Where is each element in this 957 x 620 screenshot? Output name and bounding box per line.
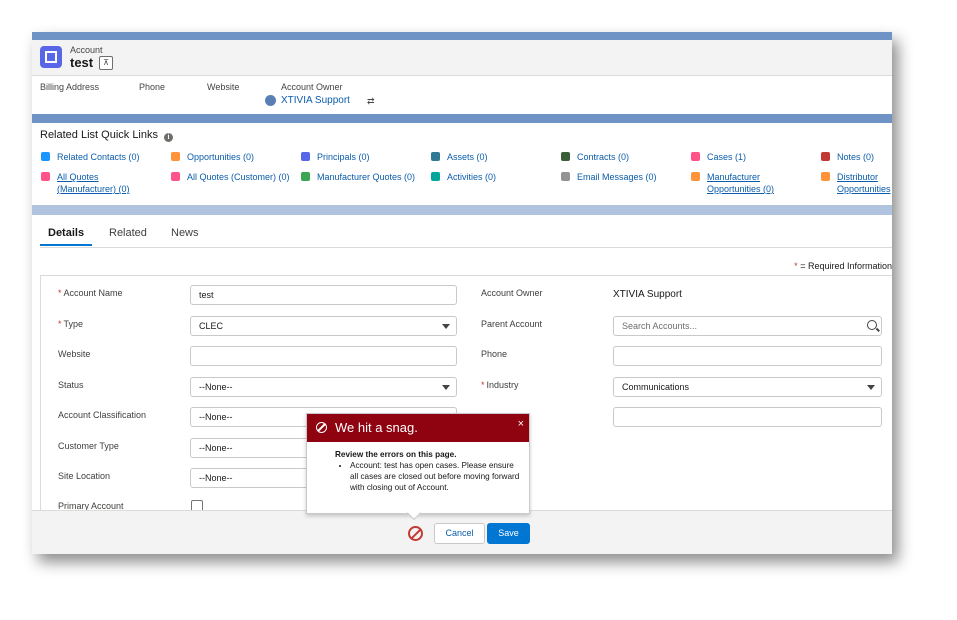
- quick-link-activities[interactable]: Activities (0): [431, 171, 496, 183]
- quick-link-assets[interactable]: Assets (0): [431, 151, 488, 163]
- tab-bar: Details Related News: [40, 225, 892, 248]
- banner-divider: [32, 114, 892, 123]
- billing-address-label: Billing Address: [40, 82, 100, 92]
- contract-icon: [561, 152, 570, 161]
- section-divider: [32, 205, 892, 215]
- error-icon[interactable]: [408, 526, 423, 541]
- account-owner-value: XTIVIA Support: [613, 289, 682, 300]
- quote-icon: [301, 172, 310, 181]
- website-label: Website: [207, 82, 240, 92]
- tab-news[interactable]: News: [171, 227, 199, 239]
- account-owner-name[interactable]: XTIVIA Support: [281, 95, 350, 106]
- search-icon[interactable]: [867, 320, 877, 330]
- chevron-down-icon: [867, 385, 875, 390]
- account-classification-label: Account Classification: [58, 410, 147, 420]
- quick-link-contracts[interactable]: Contracts (0): [561, 151, 629, 163]
- chevron-down-icon: [442, 385, 450, 390]
- asset-icon: [431, 152, 440, 161]
- quick-link-principals[interactable]: Principals (0): [301, 151, 370, 163]
- related-list-title: Related List Quick Links: [40, 129, 158, 141]
- quick-link-opportunities[interactable]: Opportunities (0): [171, 151, 254, 163]
- email-icon: [561, 172, 570, 181]
- parent-account-label: Parent Account: [481, 319, 543, 329]
- account-owner-label: Account Owner: [281, 82, 343, 92]
- error-popover-title: We hit a snag.: [335, 420, 418, 435]
- quick-link-email-messages[interactable]: Email Messages (0): [561, 171, 657, 183]
- owner-avatar: [265, 95, 276, 106]
- account-name-input[interactable]: test: [190, 285, 457, 305]
- tab-details[interactable]: Details: [48, 227, 84, 239]
- hierarchy-icon[interactable]: ⊼: [99, 56, 113, 70]
- principal-icon: [301, 152, 310, 161]
- type-select[interactable]: CLEC: [190, 316, 457, 336]
- website-input[interactable]: [190, 346, 457, 366]
- account-owner-form-label: Account Owner: [481, 288, 543, 298]
- opportunity-icon: [821, 172, 830, 181]
- phone-input[interactable]: [613, 346, 882, 366]
- site-location-label: Site Location: [58, 471, 111, 481]
- record-header: Account test ⊼: [32, 40, 892, 76]
- customer-type-label: Customer Type: [58, 441, 119, 451]
- object-label: Account: [70, 45, 103, 55]
- phone-form-label: Phone: [481, 349, 508, 359]
- opportunity-icon: [171, 152, 180, 161]
- cancel-button[interactable]: Cancel: [434, 523, 485, 544]
- unlabeled-field-input[interactable]: [613, 407, 882, 427]
- form-footer: Cancel Save: [32, 510, 892, 554]
- close-icon[interactable]: ×: [518, 418, 524, 430]
- change-owner-icon[interactable]: ⇄: [367, 96, 375, 107]
- activity-icon: [431, 172, 440, 181]
- save-button[interactable]: Save: [487, 523, 530, 544]
- error-icon: [316, 422, 327, 433]
- tab-related[interactable]: Related: [109, 227, 147, 239]
- quote-icon: [41, 172, 50, 181]
- error-popover-header: We hit a snag. ×: [307, 414, 529, 442]
- quick-link-all-quotes-customer[interactable]: All Quotes (Customer) (0): [171, 171, 290, 183]
- phone-label: Phone: [139, 82, 166, 92]
- error-popover: We hit a snag. × Review the errors on th…: [306, 413, 530, 521]
- industry-label: * Industry: [481, 380, 519, 390]
- record-title: test: [70, 55, 94, 70]
- chevron-down-icon: [442, 324, 450, 329]
- required-information-note: * = Required Information: [794, 261, 892, 271]
- related-list-quick-links: Related List Quick Links i Related Conta…: [32, 123, 892, 205]
- quick-link-notes[interactable]: Notes (0): [821, 151, 874, 163]
- quick-link-manufacturer-quotes[interactable]: Manufacturer Quotes (0): [301, 171, 415, 183]
- parent-account-search[interactable]: Search Accounts...: [613, 316, 882, 336]
- status-select[interactable]: --None--: [190, 377, 457, 397]
- active-tab-indicator: [40, 244, 92, 246]
- quote-icon: [171, 172, 180, 181]
- error-popover-body: Review the errors on this page. Account:…: [335, 449, 520, 493]
- contacts-icon: [41, 152, 50, 161]
- error-list: Account: test has open cases. Please ens…: [335, 460, 520, 493]
- industry-select[interactable]: Communications: [613, 377, 882, 397]
- account-icon: [40, 46, 62, 68]
- case-icon: [691, 152, 700, 161]
- quick-link-cases[interactable]: Cases (1): [691, 151, 746, 163]
- quick-link-manufacturer-opportunities[interactable]: Manufacturer Opportunities (0): [691, 171, 787, 195]
- account-owner-link[interactable]: XTIVIA Support ⇄: [265, 95, 375, 106]
- status-label: Status: [58, 380, 84, 390]
- error-heading: Review the errors on this page.: [335, 450, 457, 459]
- website-label: Website: [58, 349, 91, 359]
- top-banner: [32, 32, 892, 40]
- quick-link-distributor-opportunities[interactable]: Distributor Opportunities: [821, 171, 892, 195]
- highlights-panel: Billing Address Phone Website Account Ow…: [32, 76, 892, 114]
- info-icon[interactable]: i: [164, 133, 173, 142]
- quick-link-all-quotes-manufacturer[interactable]: All Quotes (Manufacturer) (0): [41, 171, 137, 195]
- opportunity-icon: [691, 172, 700, 181]
- note-icon: [821, 152, 830, 161]
- type-label: * Type: [58, 319, 84, 329]
- quick-link-related-contacts[interactable]: Related Contacts (0): [41, 151, 140, 163]
- account-name-label: * Account Name: [58, 288, 123, 298]
- error-message: Account: test has open cases. Please ens…: [350, 460, 520, 493]
- salesforce-window: Account test ⊼ Billing Address Phone Web…: [32, 32, 892, 554]
